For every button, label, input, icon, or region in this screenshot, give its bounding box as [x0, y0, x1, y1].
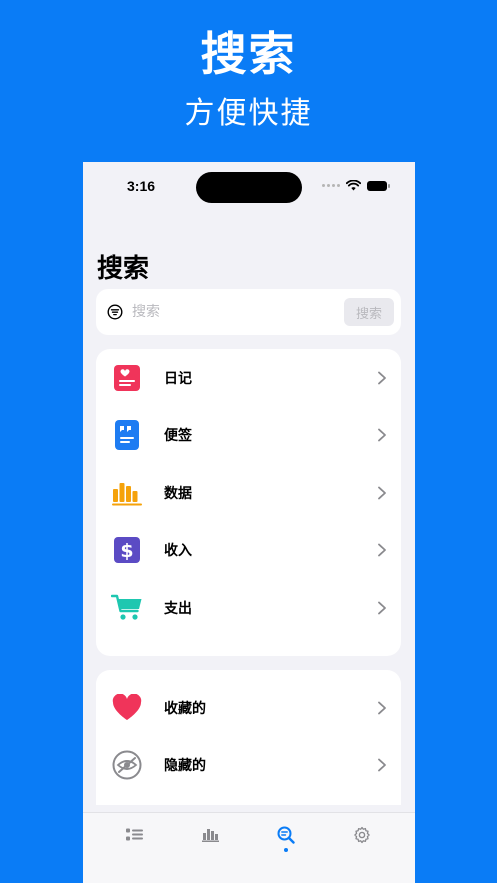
chevron-right-icon — [378, 601, 386, 615]
battery-icon — [367, 180, 390, 191]
list-item-income[interactable]: $ 收入 — [96, 522, 401, 580]
svg-text:$: $ — [120, 540, 133, 562]
heart-icon — [112, 694, 142, 721]
search-icon — [277, 826, 295, 844]
list-item-label: 数据 — [164, 485, 192, 502]
list-item-expense[interactable]: 支出 — [96, 579, 401, 637]
list-item-label: 便签 — [164, 428, 192, 445]
tab-settings[interactable] — [350, 823, 374, 847]
promo-title: 搜索 — [200, 27, 297, 81]
extras-list: 收藏的 隐藏的 — [96, 670, 401, 805]
diary-icon — [114, 364, 140, 391]
promo-subtitle: 方便快捷 — [184, 96, 313, 131]
status-bar: 3:16 — [83, 162, 415, 212]
signal-icon — [322, 184, 340, 187]
active-tab-indicator — [284, 848, 288, 852]
wifi-icon — [346, 180, 361, 191]
list-item-favorites[interactable]: 收藏的 — [96, 679, 401, 737]
search-button[interactable]: 搜索 — [344, 298, 394, 326]
bar-chart-icon — [201, 829, 219, 842]
list-item-hidden[interactable]: 隐藏的 — [96, 737, 401, 795]
chevron-right-icon — [378, 428, 386, 442]
chart-icon — [112, 482, 142, 506]
chevron-right-icon — [378, 758, 386, 772]
list-item-label: 隐藏的 — [164, 758, 206, 775]
dynamic-island — [196, 172, 302, 203]
tab-bar — [83, 812, 415, 883]
tab-search[interactable] — [274, 823, 298, 847]
list-item-label: 日记 — [164, 370, 192, 387]
category-list: 日记 便签 数据 $ 收入 支出 — [96, 349, 401, 656]
dollar-icon: $ — [114, 537, 140, 564]
chevron-right-icon — [378, 701, 386, 715]
list-item-diary[interactable]: 日记 — [96, 349, 401, 407]
list-item-label: 支出 — [164, 600, 192, 617]
chevron-right-icon — [378, 486, 386, 500]
list-item-label: 收藏的 — [164, 700, 206, 717]
status-time: 3:16 — [127, 178, 156, 194]
search-bar: 搜索 — [96, 289, 401, 335]
list-item-note[interactable]: 便签 — [96, 407, 401, 465]
cart-icon — [111, 594, 142, 620]
list-icon — [125, 828, 143, 841]
gear-icon — [354, 826, 370, 844]
filter-icon[interactable] — [107, 304, 123, 320]
search-input[interactable] — [132, 301, 332, 323]
page-title: 搜索 — [97, 254, 150, 284]
tab-list[interactable] — [122, 823, 146, 847]
hidden-eye-icon — [112, 750, 142, 780]
phone-screen: 3:16 搜索 搜索 搜索 日记 便签 数据 $ 收入 支出 收藏的 隐藏的 — [83, 162, 415, 883]
note-icon — [115, 420, 139, 451]
chevron-right-icon — [378, 371, 386, 385]
status-indicators — [322, 180, 390, 191]
list-item-label: 收入 — [164, 543, 192, 560]
tab-stats[interactable] — [198, 823, 222, 847]
list-item-data[interactable]: 数据 — [96, 464, 401, 522]
chevron-right-icon — [378, 543, 386, 557]
